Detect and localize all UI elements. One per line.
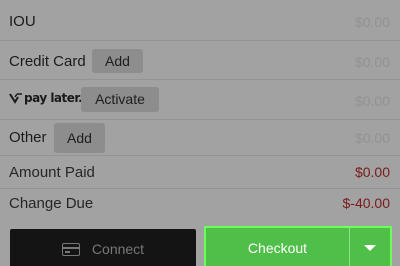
other-amount: $0.00 bbox=[354, 130, 390, 146]
amount-paid-label: Amount Paid bbox=[9, 164, 95, 181]
paylater-brand-text: pay later. bbox=[24, 91, 83, 105]
iou-amount: $0.00 bbox=[354, 14, 390, 30]
change-due-value: $-40.00 bbox=[342, 195, 390, 211]
connect-label: Connect bbox=[91, 241, 145, 257]
credit-card-icon bbox=[61, 242, 80, 256]
connect-button[interactable]: Connect bbox=[10, 229, 196, 266]
paylater-activate-button[interactable]: Activate bbox=[81, 87, 159, 112]
other-label: Other bbox=[9, 129, 47, 146]
payment-screen: IOU $0.00 Credit Card Add $0.00 pay late… bbox=[0, 0, 400, 266]
iou-row: IOU $0.00 bbox=[0, 0, 400, 41]
credit-card-amount: $0.00 bbox=[354, 54, 390, 70]
v-check-logo-icon bbox=[9, 93, 22, 104]
other-add-button[interactable]: Add bbox=[54, 123, 105, 153]
paylater-logo: pay later. bbox=[9, 91, 83, 105]
amount-paid-value: $0.00 bbox=[354, 164, 390, 180]
other-row: Other Add $0.00 bbox=[0, 120, 400, 156]
change-due-row: Change Due $-40.00 bbox=[0, 189, 400, 221]
iou-label: IOU bbox=[9, 13, 36, 30]
checkout-button[interactable]: Checkout bbox=[204, 226, 392, 266]
change-due-label: Change Due bbox=[9, 195, 94, 212]
paylater-row: pay later. Activate $0.00 bbox=[0, 80, 400, 120]
credit-card-add-button[interactable]: Add bbox=[92, 49, 143, 73]
credit-card-label: Credit Card bbox=[9, 53, 86, 70]
credit-card-row: Credit Card Add $0.00 bbox=[0, 41, 400, 80]
paylater-amount: $0.00 bbox=[354, 93, 390, 109]
chevron-down-icon bbox=[364, 245, 376, 251]
checkout-options-dropdown[interactable] bbox=[350, 245, 390, 251]
checkout-label: Checkout bbox=[247, 240, 308, 256]
amount-paid-row: Amount Paid $0.00 bbox=[0, 156, 400, 189]
